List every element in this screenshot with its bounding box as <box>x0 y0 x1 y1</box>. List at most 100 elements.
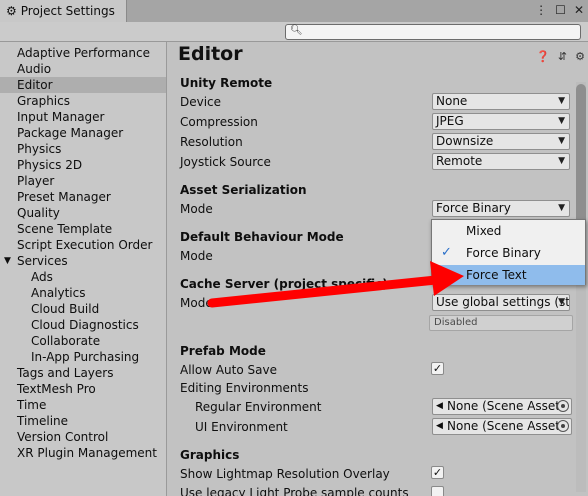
sidebar-item-analytics[interactable]: Analytics <box>0 285 166 301</box>
chevron-down-icon: ▼ <box>558 156 565 166</box>
preset-icon[interactable]: ⇵ <box>558 50 567 63</box>
option-mixed[interactable]: Mixed <box>432 221 585 241</box>
serialization-mode-dropdown[interactable]: Force Binary ▼ <box>432 200 570 217</box>
sidebar-item-quality[interactable]: Quality <box>0 205 166 221</box>
lightmap-overlay-label: Show Lightmap Resolution Overlay <box>180 467 390 481</box>
checkmark-icon: ✓ <box>441 245 452 260</box>
ui-environment-label: UI Environment <box>195 420 288 434</box>
checkmark-icon: ✓ <box>432 362 443 375</box>
legacy-light-probe-checkbox[interactable] <box>431 486 444 496</box>
sidebar-item-graphics[interactable]: Graphics <box>0 93 166 109</box>
help-icon[interactable]: ❓ <box>536 50 550 63</box>
scrollbar-thumb[interactable] <box>576 84 586 228</box>
sidebar-item-tags-and-layers[interactable]: Tags and Layers <box>0 365 166 381</box>
kebab-menu-icon[interactable]: ⋮ <box>535 3 547 17</box>
scene-asset-icon: ◀ <box>436 421 443 431</box>
sidebar-item-physics[interactable]: Physics <box>0 141 166 157</box>
chevron-down-icon: ▼ <box>558 116 565 126</box>
sidebar-item-adaptive-performance[interactable]: Adaptive Performance <box>0 45 166 61</box>
sidebar-item-label: Services <box>17 254 68 268</box>
compression-label: Compression <box>180 115 258 129</box>
sidebar-item-collaborate[interactable]: Collaborate <box>0 333 166 349</box>
editing-environments-label: Editing Environments <box>180 381 309 395</box>
compression-dropdown[interactable]: JPEG ▼ <box>432 113 570 130</box>
joystick-source-dropdown[interactable]: Remote ▼ <box>432 153 570 170</box>
sidebar-item-ads[interactable]: Ads <box>0 269 166 285</box>
section-header-asset-serialization: Asset Serialization <box>180 183 307 197</box>
section-header-graphics: Graphics <box>180 448 240 462</box>
sidebar-item-time[interactable]: Time <box>0 397 166 413</box>
vertical-scrollbar[interactable] <box>576 82 586 492</box>
object-picker-icon[interactable] <box>557 420 569 432</box>
chevron-down-icon: ▼ <box>558 96 565 106</box>
chevron-down-icon: ▼ <box>558 203 565 213</box>
settings-sidebar: Adaptive Performance Audio Editor Graphi… <box>0 42 167 496</box>
sidebar-item-services[interactable]: ▼ Services <box>0 253 166 269</box>
option-force-binary[interactable]: ✓ Force Binary <box>432 243 585 263</box>
sidebar-item-package-manager[interactable]: Package Manager <box>0 125 166 141</box>
settings-gear-icon[interactable]: ⚙ <box>575 50 585 63</box>
maximize-icon[interactable]: ☐ <box>555 3 566 17</box>
sidebar-item-player[interactable]: Player <box>0 173 166 189</box>
sidebar-item-audio[interactable]: Audio <box>0 61 166 77</box>
serialization-mode-popup: Mixed ✓ Force Binary Force Text <box>431 219 586 285</box>
option-label: Mixed <box>466 224 502 238</box>
sidebar-item-script-execution-order[interactable]: Script Execution Order <box>0 237 166 253</box>
title-bar: ⚙ Project Settings ⋮ ☐ ✕ <box>0 0 588 22</box>
sidebar-item-scene-template[interactable]: Scene Template <box>0 221 166 237</box>
serialization-mode-value: Force Binary <box>436 201 511 215</box>
cache-server-mode-label: Mode <box>180 296 213 310</box>
joystick-source-value: Remote <box>436 154 483 168</box>
device-value: None <box>436 94 468 108</box>
device-label: Device <box>180 95 222 109</box>
regular-environment-field[interactable]: ◀ None (Scene Asset <box>432 398 572 415</box>
section-header-unity-remote: Unity Remote <box>180 76 273 90</box>
sidebar-item-version-control[interactable]: Version Control <box>0 429 166 445</box>
section-header-cache-server: Cache Server (project specific) <box>180 277 388 291</box>
behaviour-mode-label: Mode <box>180 249 213 263</box>
sidebar-item-timeline[interactable]: Timeline <box>0 413 166 429</box>
tab-title: Project Settings <box>20 4 115 18</box>
project-settings-tab[interactable]: ⚙ Project Settings <box>0 0 127 22</box>
sidebar-item-input-manager[interactable]: Input Manager <box>0 109 166 125</box>
resolution-label: Resolution <box>180 135 243 149</box>
search-icon: 🔍︎ <box>290 25 303 36</box>
resolution-dropdown[interactable]: Downsize ▼ <box>432 133 570 150</box>
regular-environment-label: Regular Environment <box>195 400 322 414</box>
regular-environment-value: None (Scene Asset <box>447 399 561 413</box>
cache-server-mode-value: Use global settings (st <box>436 295 570 309</box>
object-picker-icon[interactable] <box>557 400 569 412</box>
serialization-mode-label: Mode <box>180 202 213 216</box>
gear-icon: ⚙ <box>6 4 17 18</box>
sidebar-item-preset-manager[interactable]: Preset Manager <box>0 189 166 205</box>
toolbar: 🔍︎ <box>0 22 588 42</box>
ui-environment-field[interactable]: ◀ None (Scene Asset <box>432 418 572 435</box>
cache-server-status: Disabled <box>429 315 573 331</box>
resolution-value: Downsize <box>436 134 494 148</box>
sidebar-item-xr-plugin-management[interactable]: XR Plugin Management <box>0 445 166 461</box>
legacy-light-probe-label: Use legacy Light Probe sample counts <box>180 486 409 496</box>
allow-auto-save-checkbox[interactable]: ✓ <box>431 362 444 375</box>
sidebar-item-editor[interactable]: Editor <box>0 77 166 93</box>
checkmark-icon: ✓ <box>432 466 443 479</box>
compression-value: JPEG <box>436 114 464 128</box>
sidebar-item-cloud-diagnostics[interactable]: Cloud Diagnostics <box>0 317 166 333</box>
scene-asset-icon: ◀ <box>436 401 443 411</box>
joystick-source-label: Joystick Source <box>180 155 271 169</box>
lightmap-overlay-checkbox[interactable]: ✓ <box>431 466 444 479</box>
sidebar-item-in-app-purchasing[interactable]: In-App Purchasing <box>0 349 166 365</box>
ui-environment-value: None (Scene Asset <box>447 419 561 433</box>
chevron-down-icon: ▼ <box>558 297 565 307</box>
sidebar-item-cloud-build[interactable]: Cloud Build <box>0 301 166 317</box>
sidebar-item-textmesh-pro[interactable]: TextMesh Pro <box>0 381 166 397</box>
sidebar-item-physics-2d[interactable]: Physics 2D <box>0 157 166 173</box>
page-title: Editor <box>178 43 243 65</box>
search-input[interactable]: 🔍︎ <box>285 24 581 40</box>
option-force-text[interactable]: Force Text <box>432 265 585 285</box>
section-header-prefab-mode: Prefab Mode <box>180 344 266 358</box>
cache-server-mode-dropdown[interactable]: Use global settings (st ▼ <box>432 294 570 311</box>
close-icon[interactable]: ✕ <box>574 3 584 17</box>
device-dropdown[interactable]: None ▼ <box>432 93 570 110</box>
expand-caret-icon[interactable]: ▼ <box>4 253 11 269</box>
allow-auto-save-label: Allow Auto Save <box>180 363 277 377</box>
